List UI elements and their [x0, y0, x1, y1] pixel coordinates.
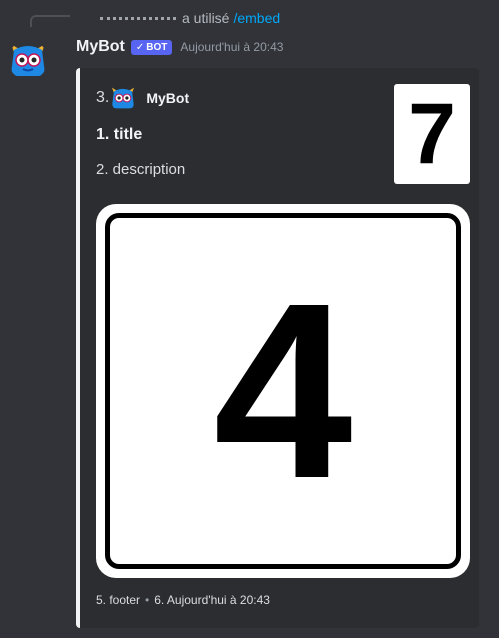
embed: 3. MyBot 1. title 2. description 7 4 5. … — [76, 68, 479, 628]
embed-author-name[interactable]: MyBot — [146, 90, 189, 106]
bot-badge-label: BOT — [146, 41, 168, 53]
reply-context[interactable]: a utilisé /embed — [100, 8, 280, 28]
embed-image[interactable]: 4 — [96, 204, 470, 578]
embed-author: 3. MyBot — [96, 86, 189, 110]
reply-command[interactable]: /embed — [233, 10, 280, 26]
message-header: MyBot ✓ BOT Aujourd'hui à 20:43 — [76, 36, 283, 58]
footer-text: 5. footer — [96, 593, 141, 607]
username[interactable]: MyBot — [76, 38, 125, 56]
check-icon: ✓ — [135, 41, 145, 53]
embed-title: 1. title — [96, 126, 143, 143]
embed-image-frame: 4 — [105, 213, 461, 569]
embed-footer: 5. footer • 6. Aujourd'hui à 20:43 — [96, 591, 270, 609]
bot-avatar-icon[interactable] — [8, 40, 48, 80]
reply-username-placeholder — [100, 16, 176, 20]
embed-author-number: 3. — [96, 89, 110, 106]
image-number: 4 — [213, 251, 353, 530]
reply-text: a utilisé — [182, 10, 230, 26]
reply-connector — [30, 15, 70, 27]
embed-description: 2. description — [96, 161, 186, 178]
footer-timestamp: 6. Aujourd'hui à 20:43 — [154, 593, 270, 607]
bot-badge: ✓ BOT — [130, 39, 173, 55]
message-timestamp[interactable]: Aujourd'hui à 20:43 — [180, 40, 283, 54]
footer-separator: • — [145, 593, 150, 607]
embed-thumbnail[interactable]: 7 — [394, 84, 470, 184]
thumbnail-number: 7 — [408, 86, 456, 182]
author-avatar-icon — [110, 85, 136, 111]
